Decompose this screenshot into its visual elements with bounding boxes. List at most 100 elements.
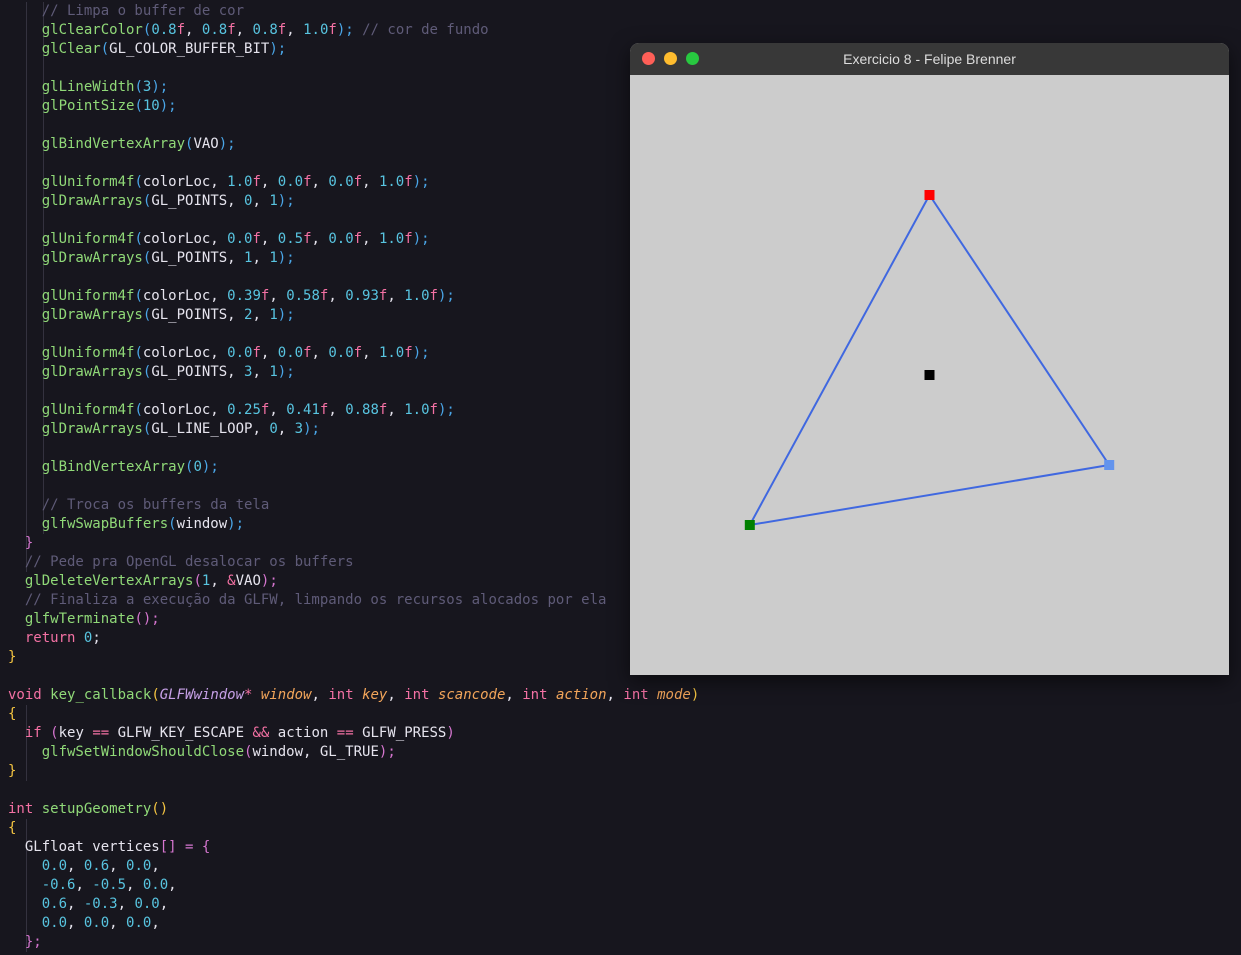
code-token: 1.0 [404, 402, 430, 418]
code-line[interactable]: glUniform4f(colorLoc, 1.0f, 0.0f, 0.0f, … [8, 173, 430, 192]
code-line[interactable]: glPointSize(10); [8, 97, 177, 116]
code-line[interactable]: }; [8, 933, 42, 952]
code-line[interactable]: 0.0, 0.0, 0.0, [8, 914, 160, 933]
code-token: GL_POINTS, [151, 193, 245, 209]
code-line[interactable]: // Limpa o buffer de cor [8, 2, 244, 21]
code-line[interactable]: glDrawArrays(GL_POINTS, 2, 1); [8, 306, 295, 325]
code-token: glClear [41, 41, 101, 57]
code-token: , [159, 896, 169, 912]
code-line[interactable]: glDrawArrays(GL_POINTS, 1, 1); [8, 249, 295, 268]
code-token: 0.41 [286, 402, 320, 418]
code-token: f [328, 22, 337, 38]
code-token: f [404, 174, 413, 190]
code-token: if [24, 725, 51, 741]
code-line[interactable]: -0.6, -0.5, 0.0, [8, 876, 177, 895]
code-token: } [8, 649, 17, 665]
code-line[interactable]: return 0; [8, 629, 101, 648]
code-line[interactable]: glUniform4f(colorLoc, 0.0f, 0.5f, 0.0f, … [8, 230, 430, 249]
code-line[interactable]: glUniform4f(colorLoc, 0.0f, 0.0f, 0.0f, … [8, 344, 430, 363]
code-token: f [252, 231, 261, 247]
code-line[interactable]: glDrawArrays(GL_LINE_LOOP, 0, 3); [8, 420, 320, 439]
code-token: VAO [193, 136, 219, 152]
code-line[interactable]: } [8, 648, 16, 667]
code-line[interactable]: glUniform4f(colorLoc, 0.39f, 0.58f, 0.93… [8, 287, 455, 306]
code-line[interactable]: void key_callback(GLFWwindow* window, in… [8, 686, 699, 705]
code-token: int [522, 687, 556, 703]
code-line[interactable]: glClearColor(0.8f, 0.8f, 0.8f, 1.0f); //… [8, 21, 489, 40]
code-line[interactable]: 0.0, 0.6, 0.0, [8, 857, 160, 876]
code-token: , [168, 877, 177, 893]
code-line[interactable]: glfwTerminate(); [8, 610, 160, 629]
window-titlebar[interactable]: Exercicio 8 - Felipe Brenner [630, 43, 1229, 76]
code-line[interactable]: glDeleteVertexArrays(1, &VAO); [8, 572, 278, 591]
code-token: 0.0 [227, 345, 253, 361]
code-line[interactable]: glfwSetWindowShouldClose(window, GL_TRUE… [8, 743, 396, 762]
code-token: f [303, 345, 312, 361]
code-token: ( [151, 687, 160, 703]
code-token: ); [412, 231, 430, 247]
code-line[interactable]: glBindVertexArray(0); [8, 458, 219, 477]
code-line[interactable]: // Pede pra OpenGL desalocar os buffers [8, 553, 354, 572]
code-token: , [252, 364, 270, 380]
code-line[interactable]: glLineWidth(3); [8, 78, 168, 97]
code-line[interactable]: glDrawArrays(GL_POINTS, 3, 1); [8, 363, 295, 382]
code-line[interactable]: if (key == GLFW_KEY_ESCAPE && action == … [8, 724, 455, 743]
code-line[interactable]: { [8, 705, 16, 724]
code-token: mode [657, 687, 691, 703]
code-token: , [606, 687, 624, 703]
code-token: window [260, 687, 312, 703]
code-token: ( [134, 288, 143, 304]
code-token: 0.8 [201, 22, 228, 38]
code-line[interactable]: int setupGeometry() [8, 800, 168, 819]
code-token: f [429, 402, 438, 418]
code-line[interactable]: GLfloat vertices[] = { [8, 838, 210, 857]
code-token: -0.5 [92, 877, 127, 893]
code-token: ( [168, 516, 177, 532]
code-token: , [387, 288, 405, 304]
code-line[interactable]: glBindVertexArray(VAO); [8, 135, 236, 154]
code-line[interactable]: glDrawArrays(GL_POINTS, 0, 1); [8, 192, 295, 211]
code-token: action [555, 687, 607, 703]
vertex-point-2 [1104, 460, 1115, 470]
code-line[interactable]: 0.6, -0.3, 0.0, [8, 895, 168, 914]
code-line[interactable]: { [8, 819, 16, 838]
code-token: , [362, 345, 379, 361]
code-line[interactable]: } [8, 762, 16, 781]
code-line[interactable]: glUniform4f(colorLoc, 0.25f, 0.41f, 0.88… [8, 401, 455, 420]
code-token: == [336, 725, 363, 741]
code-token: * [244, 687, 261, 703]
code-token: // Finaliza a execução da GLFW, limpando… [24, 592, 607, 608]
code-line[interactable]: } [8, 534, 33, 553]
code-token: , [126, 877, 143, 893]
code-token: glfwSwapBuffers [41, 516, 169, 532]
code-token: 0.0 [328, 231, 354, 247]
code-token: , [260, 174, 278, 190]
code-token: // Limpa o buffer de cor [41, 3, 245, 19]
code-line[interactable]: glClear(GL_COLOR_BUFFER_BIT); [8, 40, 286, 59]
code-token: 0.8 [151, 22, 177, 38]
code-token: -0.3 [83, 896, 118, 912]
code-token: 1.0 [378, 345, 405, 361]
code-token: , [109, 915, 127, 931]
code-token: == [92, 725, 118, 741]
code-token: GL_POINTS, [151, 364, 245, 380]
code-token: scancode [437, 687, 506, 703]
code-token: } [8, 763, 17, 779]
code-token: 0.25 [227, 402, 261, 418]
code-token: , [311, 231, 329, 247]
code-line[interactable]: // Troca os buffers da tela [8, 496, 270, 515]
code-line[interactable]: // Finaliza a execução da GLFW, limpando… [8, 591, 607, 610]
code-token: ) [690, 687, 700, 703]
code-token: GL_POINTS, [151, 250, 245, 266]
code-token: -0.6 [41, 877, 76, 893]
code-token: 0.0 [126, 915, 152, 931]
code-token: 0.6 [41, 896, 68, 912]
code-token: } [24, 535, 34, 551]
code-line[interactable]: glfwSwapBuffers(window); [8, 515, 244, 534]
glfw-window[interactable]: Exercicio 8 - Felipe Brenner [630, 43, 1229, 675]
